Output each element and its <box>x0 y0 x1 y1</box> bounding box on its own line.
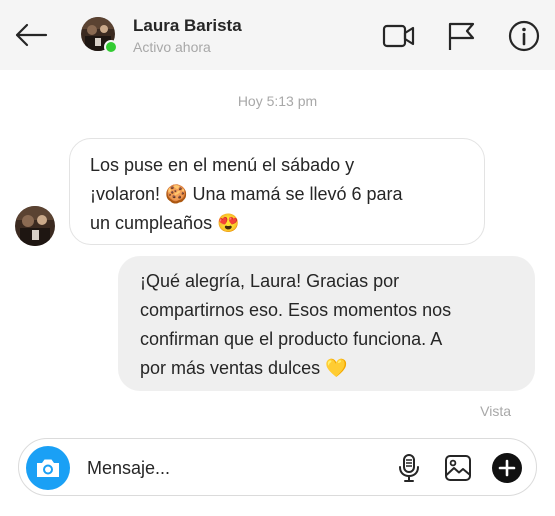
report-button[interactable] <box>444 19 478 53</box>
info-button[interactable] <box>507 19 541 53</box>
message-line: confirman que el producto funciona. A <box>140 329 443 349</box>
info-icon <box>508 20 540 52</box>
message-line: ¡Qué alegría, Laura! Gracias por <box>140 271 400 291</box>
microphone-icon <box>399 454 419 482</box>
video-call-button[interactable] <box>382 19 416 53</box>
voice-message-button[interactable] <box>393 452 425 484</box>
online-status-indicator <box>104 40 118 54</box>
camera-icon <box>37 459 59 477</box>
message-input[interactable] <box>87 455 377 481</box>
contact-status: Activo ahora <box>133 39 211 55</box>
chat-header: Laura Barista Activo ahora <box>0 0 555 70</box>
message-composer <box>18 438 537 496</box>
conversation-timestamp: Hoy 5:13 pm <box>237 93 318 109</box>
message-line: compartirnos eso. Esos momentos nos <box>140 300 452 320</box>
sender-avatar[interactable] <box>15 206 55 246</box>
flag-icon <box>448 22 475 50</box>
video-camera-icon <box>382 24 415 48</box>
outgoing-message-bubble[interactable]: ¡Qué alegría, Laura! Gracias por compart… <box>118 256 535 391</box>
gallery-button[interactable] <box>442 452 474 484</box>
seen-indicator: Vista <box>480 403 511 419</box>
image-gallery-icon <box>445 455 471 481</box>
add-icon <box>492 453 522 483</box>
incoming-message-bubble[interactable]: Los puse en el menú el sábado y ¡volaron… <box>69 138 485 245</box>
message-line: ¡volaron! 🍪 Una mamá se llevó 6 para <box>90 184 403 204</box>
add-button[interactable] <box>491 452 523 484</box>
message-line: por más ventas dulces 💛 <box>140 358 348 378</box>
back-button[interactable] <box>12 18 50 52</box>
camera-button[interactable] <box>26 446 70 490</box>
back-arrow-icon <box>15 23 48 47</box>
message-line: un cumpleaños 😍 <box>90 213 240 233</box>
message-line: Los puse en el menú el sábado y <box>90 155 355 175</box>
contact-name[interactable]: Laura Barista <box>133 16 242 36</box>
